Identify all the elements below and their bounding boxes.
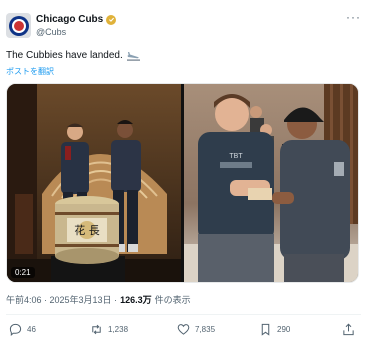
views-count: 126.3万 bbox=[120, 295, 152, 305]
action-bar: 46 1,238 7,835 290 bbox=[6, 323, 361, 339]
views-label: 件の表示 bbox=[154, 295, 191, 305]
svg-text:TBT: TBT bbox=[229, 153, 243, 160]
photo-scene-image: TBT bbox=[184, 84, 358, 282]
repost-button[interactable]: 1,238 bbox=[90, 323, 128, 336]
cubs-logo-icon bbox=[8, 15, 29, 36]
avatar[interactable] bbox=[6, 13, 31, 38]
repost-icon bbox=[92, 324, 101, 335]
post-meta: 午前4:06 · 2025年3月13日 · 126.3万 件の表示 bbox=[6, 293, 191, 306]
tweet-text-row: The Cubbies have landed. bbox=[6, 50, 140, 61]
barrel-label: 花 長 bbox=[74, 224, 100, 237]
share-icon bbox=[343, 323, 354, 336]
video-duration-badge: 0:21 bbox=[11, 267, 35, 278]
timestamp[interactable]: 午前4:06 · 2025年3月13日 · bbox=[6, 293, 117, 306]
airplane-arriving-icon bbox=[126, 51, 140, 61]
heart-icon bbox=[177, 324, 190, 335]
video-thumbnail[interactable]: 花 長 0:21 bbox=[7, 84, 181, 282]
author-name-row: Chicago Cubs bbox=[36, 14, 117, 25]
reply-button[interactable]: 46 bbox=[9, 323, 36, 336]
media-container: 花 長 0:21 TBT bbox=[6, 83, 359, 283]
bookmark-icon bbox=[261, 323, 270, 336]
video-duration: 0:21 bbox=[15, 268, 31, 277]
translate-post-link[interactable]: ポストを翻訳 bbox=[6, 66, 54, 77]
like-count: 7,835 bbox=[195, 325, 216, 334]
share-button[interactable] bbox=[342, 323, 355, 336]
bookmark-count: 290 bbox=[277, 325, 291, 334]
repost-count: 1,238 bbox=[108, 325, 129, 334]
actions-separator bbox=[6, 314, 361, 315]
reply-count: 46 bbox=[27, 325, 36, 334]
handle[interactable]: @Cubs bbox=[36, 27, 66, 37]
verified-badge-icon[interactable] bbox=[106, 14, 117, 25]
like-button[interactable]: 7,835 bbox=[177, 323, 215, 336]
photo-thumbnail[interactable]: TBT bbox=[184, 84, 358, 282]
more-options-icon[interactable]: ··· bbox=[346, 10, 361, 24]
display-name[interactable]: Chicago Cubs bbox=[36, 14, 103, 25]
bookmark-button[interactable]: 290 bbox=[259, 323, 290, 336]
reply-icon bbox=[9, 323, 22, 336]
tweet-text: The Cubbies have landed. bbox=[6, 50, 123, 61]
tweet-card: Chicago Cubs @Cubs ··· The Cubbies have … bbox=[0, 0, 369, 348]
video-scene-image: 花 長 bbox=[7, 84, 181, 282]
